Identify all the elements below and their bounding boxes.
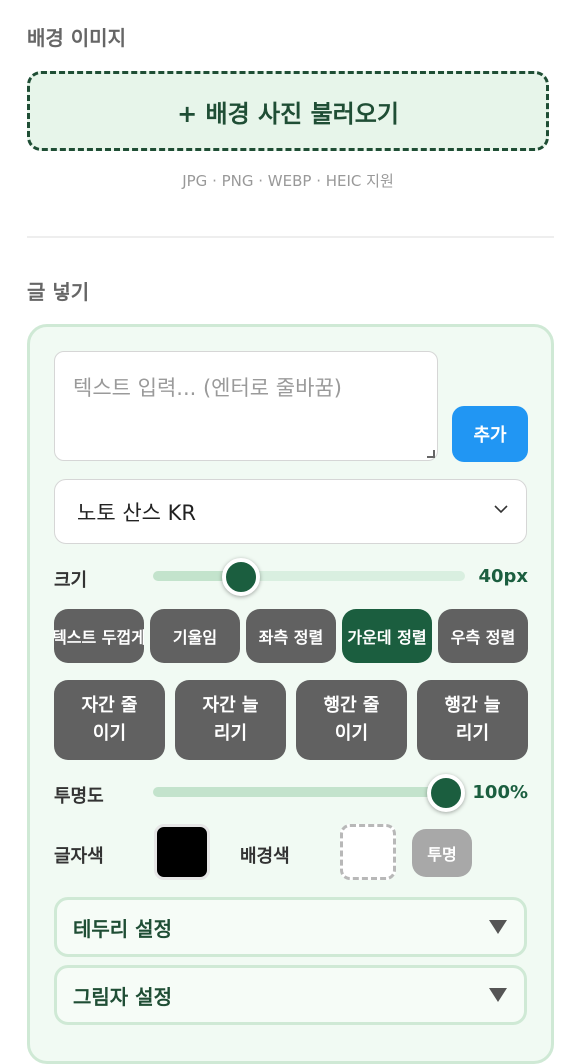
bg-color-label: 배경색 [240,846,290,867]
size-value: 40px [478,566,528,587]
align-left-button[interactable]: 좌측 정렬 [246,609,336,663]
align-center-button[interactable]: 가운데 정렬 [342,609,432,663]
font-select-value: 노토 산스 KR [77,500,196,525]
bold-button-label: 텍스트 두껍게 [54,628,144,647]
border-settings-toggle[interactable]: 테두리 설정 [54,897,527,957]
text-color-swatch[interactable] [154,824,210,880]
triangle-down-icon [489,988,507,1002]
size-slider-thumb[interactable] [221,558,260,596]
text-input-placeholder: 텍스트 입력... (엔터로 줄바꿈) [73,376,342,400]
text-input[interactable]: 텍스트 입력... (엔터로 줄바꿈) [54,351,438,461]
opacity-slider-thumb[interactable] [427,774,465,812]
increase-line-height-button[interactable]: 행간 늘 리기 [417,680,528,760]
decrease-line-height-button[interactable]: 행간 줄 이기 [296,680,407,760]
opacity-value: 100% [472,782,528,803]
resize-handle-icon[interactable] [427,450,435,458]
size-label: 크기 [54,570,88,591]
italic-button[interactable]: 기울임 [150,609,240,663]
opacity-slider[interactable] [153,787,465,797]
background-section-title: 배경 이미지 [27,26,126,50]
shadow-settings-toggle[interactable]: 그림자 설정 [54,965,527,1025]
chevron-down-icon [494,505,508,514]
align-center-button-label: 가운데 정렬 [347,628,427,647]
text-section-title: 글 넣기 [27,280,90,304]
section-divider [27,236,554,238]
align-right-button[interactable]: 우측 정렬 [438,609,528,663]
align-right-button-label: 우측 정렬 [450,628,516,647]
decrease-letter-spacing-button[interactable]: 자간 줄 이기 [54,680,165,760]
upload-background-button[interactable]: + 배경 사진 불러오기 [27,71,549,151]
opacity-label: 투명도 [54,786,104,807]
bg-color-swatch[interactable] [340,824,396,880]
font-select[interactable]: 노토 산스 KR [54,479,527,544]
italic-button-label: 기울임 [172,628,218,647]
transparent-bg-button[interactable]: 투명 [412,829,472,877]
shadow-settings-label: 그림자 설정 [73,984,172,1009]
increase-letter-spacing-button[interactable]: 자간 늘 리기 [175,680,286,760]
add-text-button[interactable]: 추가 [452,406,528,462]
size-slider[interactable] [153,571,465,581]
border-settings-label: 테두리 설정 [73,916,172,941]
text-color-label: 글자색 [54,846,104,867]
supported-formats-note: JPG · PNG · WEBP · HEIC 지원 [182,172,394,190]
bold-button[interactable]: 텍스트 두껍게 [54,609,144,663]
triangle-down-icon [489,920,507,934]
align-left-button-label: 좌측 정렬 [258,628,324,647]
